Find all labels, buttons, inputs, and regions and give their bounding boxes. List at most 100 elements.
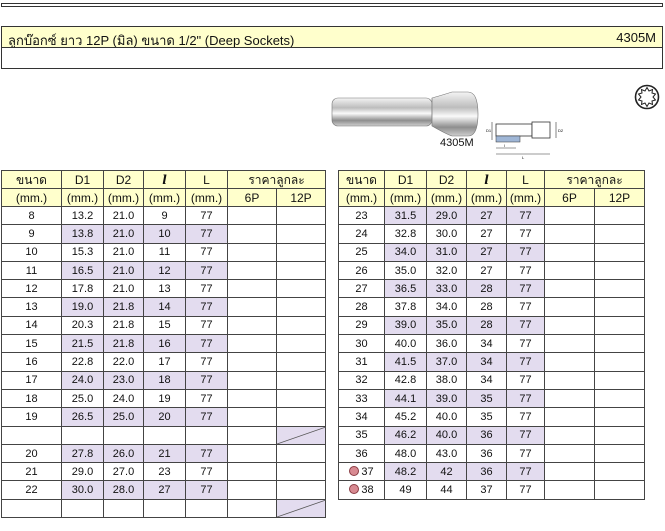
price-6p-cell: [544, 334, 595, 354]
cell-value: 22.0: [112, 356, 135, 369]
cell-value: 24.0: [112, 392, 135, 405]
cell-value: 77: [519, 301, 532, 314]
cell-d2: 29.0: [426, 205, 467, 226]
table-row: 27 36.5 33.0 28 77: [338, 279, 645, 299]
cell-d2: 42: [426, 462, 467, 482]
cell-value: 22.8: [71, 356, 94, 369]
deep-socket-image: [331, 91, 479, 137]
table-row: 9 13.8 21.0 10 77: [1, 224, 326, 244]
cell-size: 18: [1, 388, 62, 409]
table-row: 37 48.2 42 36 77: [338, 462, 645, 482]
unavailable-slash-icon: [277, 426, 326, 444]
price-6p-cell: [227, 498, 277, 519]
cell-size: 20: [1, 443, 62, 464]
cell-value: 77: [519, 410, 532, 423]
cell-L: 77: [506, 279, 545, 299]
cell-size: 10: [1, 242, 62, 262]
cell-value: 28: [480, 301, 493, 314]
cell-L: 77: [506, 462, 545, 482]
cell-d1: 46.2: [384, 425, 427, 445]
cell-d1: 31.5: [384, 205, 427, 226]
table-row: 32 42.8 38.0 34 77: [338, 370, 645, 390]
cell-size: 24: [338, 224, 385, 244]
table-row: 12 17.8 21.0 13 77: [1, 279, 326, 299]
cell-l: 27: [466, 260, 507, 281]
cell-value: 21: [25, 465, 38, 478]
cell-size: 36: [338, 443, 385, 464]
cell-L: 77: [185, 352, 228, 372]
price-6p-cell: [227, 407, 277, 427]
price-12p-cell: [276, 260, 326, 281]
unit: (mm.): [61, 188, 104, 207]
cell-L: 77: [506, 242, 545, 262]
cell-d1: 41.5: [384, 352, 427, 372]
cell-size: 22: [1, 480, 62, 500]
cell-value: 77: [200, 246, 213, 259]
cell-value: 32.0: [435, 264, 458, 277]
cell-value: 20: [158, 410, 171, 423]
price-12p-cell: [276, 352, 326, 372]
cell-l: 27: [466, 224, 507, 244]
price-12p-cell: [276, 224, 326, 244]
cell-value: 35: [355, 429, 368, 442]
price-6p-cell: [544, 425, 595, 445]
table-row: 23 31.5 29.0 27 77: [338, 205, 645, 226]
cell-l: 34: [466, 370, 507, 390]
price-6p-cell: [544, 279, 595, 299]
price-6p-cell: [544, 260, 595, 281]
cell-d2: 21.8: [103, 297, 144, 317]
cell-value: 44.1: [394, 392, 417, 405]
top-rule: [1, 3, 663, 7]
price-12p-cell: [276, 315, 326, 336]
cell-d1: 35.0: [384, 260, 427, 281]
cell-d2: [103, 498, 144, 519]
cell-L: 77: [506, 407, 545, 427]
col-size: ขนาด: [338, 170, 385, 189]
cell-value: 38: [361, 484, 374, 497]
cell-value: 34: [480, 374, 493, 387]
cell-d2: 40.0: [426, 407, 467, 427]
unit: (mm.): [466, 188, 507, 207]
price-12p-cell: [276, 407, 326, 427]
cell-value: 13.2: [71, 209, 94, 222]
cell-l: 20: [143, 407, 186, 427]
unit: (mm.): [506, 188, 545, 207]
cell-value: 19: [25, 410, 38, 423]
cell-value: 77: [200, 356, 213, 369]
cell-d2: 36.0: [426, 334, 467, 354]
price-6p-cell: [227, 242, 277, 262]
table-row: 17 24.0 23.0 18 77: [1, 370, 326, 390]
table-row: 18 25.0 24.0 19 77: [1, 388, 326, 409]
cell-d1: 49: [384, 480, 427, 500]
cell-value: 14: [25, 319, 38, 332]
cell-d2: 24.0: [103, 388, 144, 409]
table-row: 26 35.0 32.0 27 77: [338, 260, 645, 281]
cell-d2: 23.0: [103, 370, 144, 390]
price-12p-cell: [594, 443, 645, 464]
cell-value: 24: [355, 227, 368, 240]
table-row: 24 32.8 30.0 27 77: [338, 224, 645, 244]
cell-d1: 19.0: [61, 297, 104, 317]
cell-value: 19.0: [71, 301, 94, 314]
cell-value: 40.0: [435, 429, 458, 442]
price-6p-cell: [227, 224, 277, 244]
cell-value: 36: [480, 447, 493, 460]
table-row: 28 37.8 34.0 28 77: [338, 297, 645, 317]
cell-L: 77: [185, 334, 228, 354]
cell-d1: 16.5: [61, 260, 104, 281]
cell-value: 33.0: [435, 282, 458, 295]
cell-value: 46.2: [394, 429, 417, 442]
unit: (mm.): [143, 188, 186, 207]
cell-l: 14: [143, 297, 186, 317]
price-12p-cell: [594, 205, 645, 226]
cell-value: 24.0: [71, 374, 94, 387]
cell-size: 38: [338, 480, 385, 500]
cell-l: 28: [466, 297, 507, 317]
cell-value: 77: [519, 429, 532, 442]
price-6p-cell: [227, 205, 277, 226]
dim-label-d1: D1: [486, 128, 492, 133]
cell-size: 28: [338, 297, 385, 317]
cell-value: 13: [158, 282, 171, 295]
dim-label-l: l: [504, 143, 505, 148]
cell-value: 44: [440, 484, 453, 497]
